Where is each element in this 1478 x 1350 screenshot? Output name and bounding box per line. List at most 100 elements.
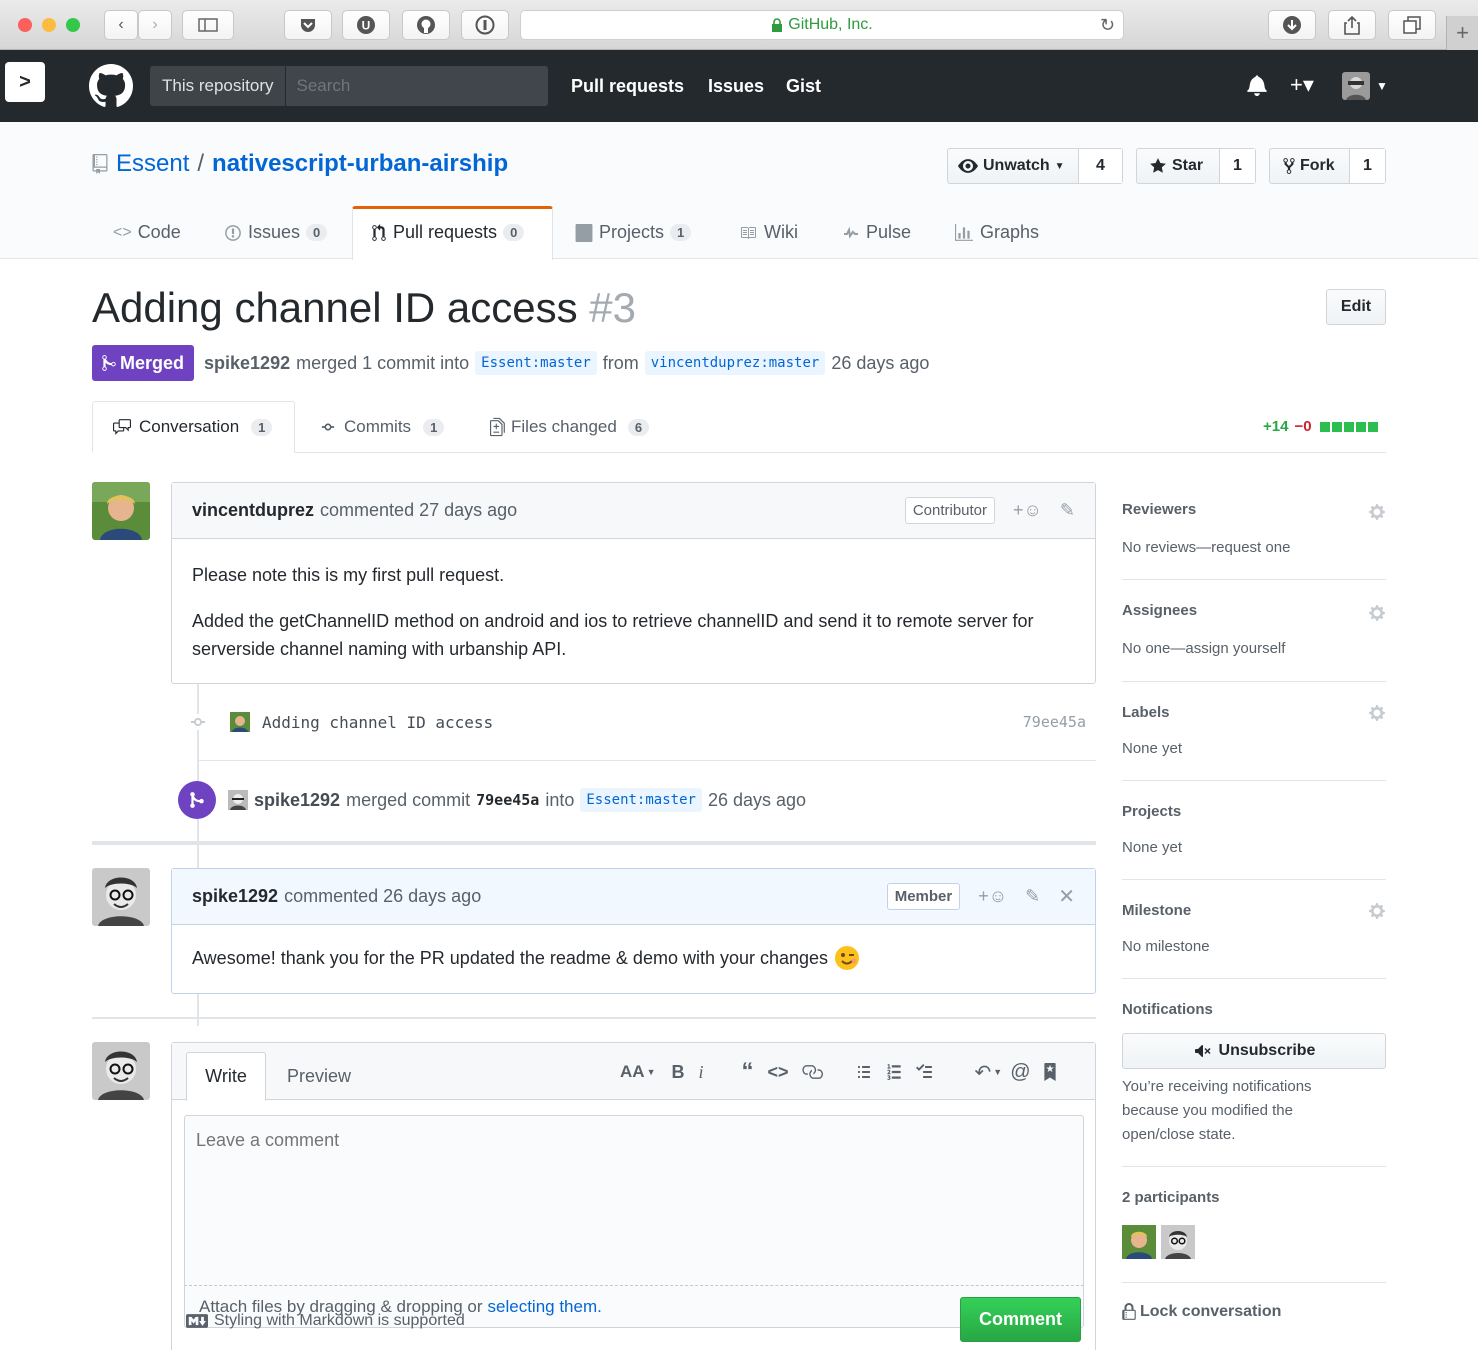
gear-icon[interactable] [1368,704,1386,722]
unordered-list-icon[interactable] [855,1064,873,1080]
comment-author-link[interactable]: vincentduprez [192,500,314,521]
sidebar-toggle-button[interactable] [182,10,234,40]
close-window-button[interactable] [18,18,32,32]
add-reaction-icon[interactable]: +☺ [978,886,1007,907]
unwatch-button[interactable]: Unwatch ▼ [948,157,1078,175]
sidebar-labels-title[interactable]: Labels [1122,704,1170,721]
search-scope-label: This repository [150,66,287,106]
tabs-overview-button[interactable] [1388,10,1436,40]
sidebar-reviewers-value[interactable]: No reviews—request one [1122,539,1290,556]
pr-author-link[interactable]: spike1292 [204,353,290,374]
gear-icon[interactable] [1368,503,1386,521]
commit-author-avatar[interactable] [230,712,250,732]
commit-sha-link[interactable]: 79ee45a [1023,713,1086,731]
base-branch-ref[interactable]: Essent:master [475,351,597,375]
quote-icon[interactable]: “ [742,1060,754,1084]
nav-issues[interactable]: Issues [708,76,764,97]
share-button[interactable] [1328,10,1376,40]
tab-write[interactable]: Write [186,1052,266,1101]
fork-button[interactable]: Fork [1270,157,1349,175]
repo-owner-link[interactable]: Essent [116,150,189,178]
pencil-icon[interactable]: ✎ [1060,500,1075,521]
italic-button[interactable]: i [698,1062,703,1083]
gear-icon[interactable] [1368,604,1386,622]
comment-author-link[interactable]: spike1292 [192,886,278,907]
reply-button[interactable]: ↶ ▼ [975,1060,1003,1085]
forward-button[interactable]: › [138,10,172,40]
comment-textarea[interactable] [185,1116,1083,1285]
search-input[interactable] [286,66,548,106]
tab-commits[interactable]: Commits 1 [318,417,445,437]
tab-conversation[interactable]: Conversation 1 [92,401,295,453]
pocket-extension-button[interactable] [284,10,332,40]
nav-pull-requests[interactable]: Pull requests [571,76,684,97]
close-icon[interactable]: ✕ [1058,884,1075,909]
sidebar-assignees-value[interactable]: No one—assign yourself [1122,640,1285,657]
merge-target-ref[interactable]: Essent:master [580,788,702,812]
avatar-vincentduprez[interactable] [92,482,150,540]
gear-icon[interactable] [1368,902,1386,920]
create-new-dropdown[interactable]: +▾ [1290,72,1314,98]
markdown-help-link[interactable]: Styling with Markdown is supported [186,1312,465,1330]
tab-wiki[interactable]: Wiki [738,222,798,243]
header-text-button[interactable]: AA ▼ [620,1062,655,1082]
merge-commit-sha[interactable]: 79ee45a [476,791,539,809]
pencil-icon[interactable]: ✎ [1025,886,1040,907]
merger-link[interactable]: spike1292 [254,790,340,811]
edit-title-button[interactable]: Edit [1326,289,1386,325]
lock-conversation-link[interactable]: Lock conversation [1122,1303,1386,1321]
merger-avatar[interactable] [228,790,248,810]
new-tab-button[interactable]: + [1446,16,1478,50]
comment-timestamp[interactable]: commented 26 days ago [284,886,481,907]
unsubscribe-button[interactable]: Unsubscribe [1122,1033,1386,1069]
participant-avatar-spike1292[interactable] [1161,1225,1195,1259]
tab-pull-requests[interactable]: Pull requests 0 [371,222,525,243]
link-icon[interactable] [801,1065,823,1079]
downloads-button[interactable] [1268,10,1316,40]
code-icon[interactable]: <> [768,1062,789,1083]
submit-comment-button[interactable]: Comment [960,1297,1081,1342]
zoom-window-button[interactable] [66,18,80,32]
ublock-extension-button[interactable]: U [342,10,390,40]
participant-avatar-vincentduprez[interactable] [1122,1225,1156,1259]
tab-preview[interactable]: Preview [287,1066,351,1087]
comment-body: Awesome! thank you for the PR updated th… [172,925,1095,991]
tab-files-changed[interactable]: Files changed 6 [490,417,650,437]
github-logo-icon[interactable] [89,64,133,108]
bookmark-icon[interactable] [1043,1063,1057,1081]
head-branch-ref[interactable]: vincentduprez:master [644,351,826,375]
bold-button[interactable]: B [671,1062,684,1083]
nav-gist[interactable]: Gist [786,76,821,97]
watchers-count[interactable]: 4 [1078,149,1122,183]
select-files-link[interactable]: selecting them. [488,1297,602,1317]
repo-name-link[interactable]: nativescript-urban-airship [212,150,508,178]
add-reaction-icon[interactable]: +☺ [1013,500,1042,521]
mention-icon[interactable]: @ [1010,1061,1030,1084]
back-button[interactable]: ‹ [104,10,138,40]
github-extension-button[interactable] [402,10,450,40]
task-list-icon[interactable] [913,1064,935,1080]
tab-code[interactable]: <> Code [113,222,181,243]
star-button[interactable]: Star [1137,157,1219,175]
1password-extension-button[interactable] [461,10,509,40]
sidebar-expand-button[interactable]: > [5,62,45,102]
tab-issues[interactable]: Issues 0 [224,222,328,243]
sidebar-assignees-title[interactable]: Assignees [1122,602,1197,619]
sidebar-milestone-title[interactable]: Milestone [1122,902,1191,919]
user-menu-dropdown[interactable]: ▼ [1342,72,1388,100]
sidebar-reviewers-title[interactable]: Reviewers [1122,501,1196,518]
bell-icon[interactable] [1247,74,1267,96]
tab-pulse[interactable]: Pulse [842,222,911,243]
sidebar-projects-title[interactable]: Projects [1122,803,1181,820]
address-bar[interactable]: GitHub, Inc. ↻ [520,10,1124,40]
comment-timestamp[interactable]: commented 27 days ago [320,500,517,521]
reload-icon[interactable]: ↻ [1100,15,1115,36]
tab-graphs[interactable]: Graphs [954,222,1039,243]
avatar-spike1292[interactable] [92,868,150,926]
forks-count[interactable]: 1 [1349,149,1385,183]
tab-projects[interactable]: Projects 1 [575,222,692,243]
minimize-window-button[interactable] [42,18,56,32]
ordered-list-icon[interactable] [885,1063,903,1081]
commit-message-link[interactable]: Adding channel ID access [262,713,493,732]
stargazers-count[interactable]: 1 [1219,149,1255,183]
